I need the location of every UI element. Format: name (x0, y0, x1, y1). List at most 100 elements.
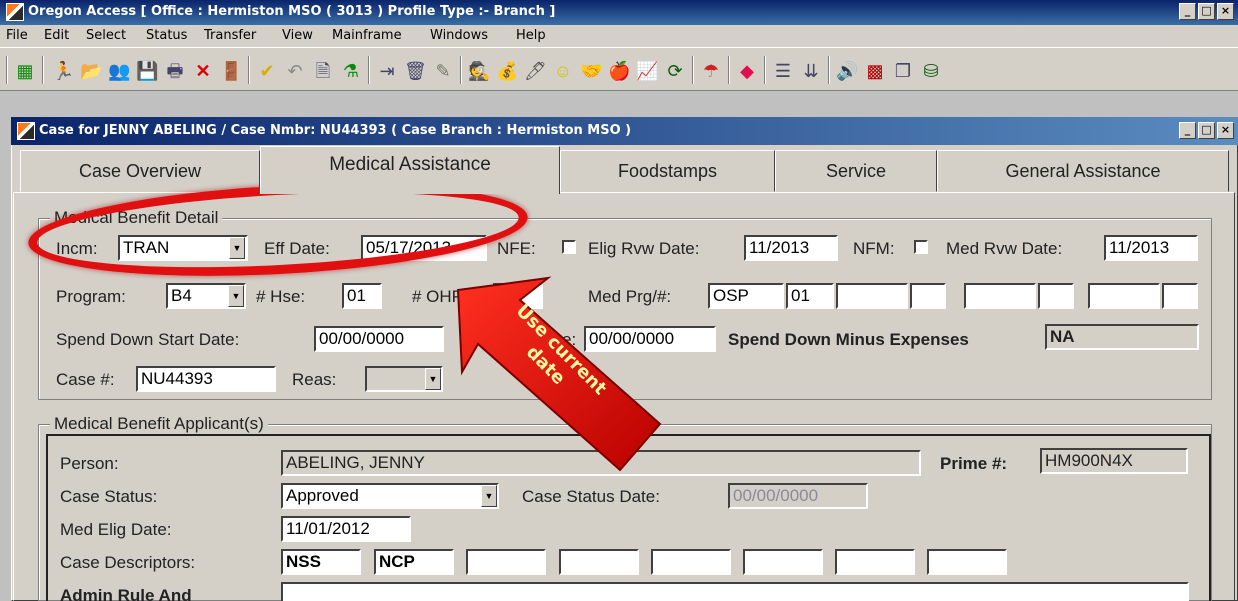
tab-general-assistance[interactable]: General Assistance (937, 150, 1229, 192)
case-status-date-field: 00/00/0000 (728, 483, 868, 509)
descriptor-field-3[interactable] (466, 549, 546, 575)
tab-service[interactable]: Service (775, 150, 937, 192)
edit-pen-icon[interactable]: 🖊 (524, 60, 547, 82)
nfe-checkbox[interactable] (562, 240, 576, 254)
case-status-label: Case Status: (60, 487, 158, 506)
descriptor-field-1[interactable]: NSS (281, 549, 361, 575)
tab-foodstamps[interactable]: Foodstamps (560, 150, 775, 192)
pencil-icon[interactable]: ✎ (432, 60, 454, 82)
menu-select[interactable]: Select (86, 28, 126, 43)
refresh-icon[interactable]: ⟳ (664, 60, 686, 82)
med-rvw-date-label: Med Rvw Date: (946, 239, 1063, 258)
descriptor-field-6[interactable] (743, 549, 823, 575)
nfm-label: NFM: (853, 239, 895, 258)
undo-icon[interactable]: ↶ (284, 60, 306, 82)
program-dropdown-arrow-icon[interactable]: ▼ (228, 285, 244, 307)
toolbar: ▦ 🏃 📂 👥 💾 🖶 ✕ 🚪 ✔ ↶ 🗎 ⚗ ⇥ 🗑 ✎ 🕵 💰 🖊 ☺ 🤝 … (0, 47, 1238, 91)
menu-mainframe[interactable]: Mainframe (332, 28, 402, 43)
prime-number-label: Prime #: (940, 454, 1008, 473)
maximize-button[interactable]: □ (1198, 3, 1215, 20)
menu-bar: File Edit Select Status Transfer View Ma… (0, 25, 1238, 47)
case-close-button[interactable]: × (1217, 122, 1234, 139)
trash-icon[interactable]: 🗑 (404, 60, 427, 82)
descriptor-field-4[interactable] (559, 549, 639, 575)
arrow-left-icon[interactable]: ◆ (736, 60, 758, 82)
minimize-button[interactable]: _ (1179, 3, 1196, 20)
speaker-icon[interactable]: 🔊 (836, 60, 858, 82)
print-icon[interactable]: 🖶 (164, 60, 186, 82)
case-window-icon (17, 122, 35, 140)
spend-down-minus-label: Spend Down Minus Expenses (728, 330, 969, 349)
money-bag-icon[interactable]: 💰 (496, 60, 518, 82)
case-maximize-button[interactable]: □ (1198, 122, 1215, 139)
menu-view[interactable]: View (282, 28, 313, 43)
spend-down-end-field[interactable]: 00/00/0000 (584, 326, 716, 352)
smiley-icon[interactable]: ☺ (552, 60, 574, 82)
export-icon[interactable]: ⇥ (376, 60, 398, 82)
med-prg-field-1[interactable]: OSP (708, 283, 784, 309)
med-prg-num-1[interactable]: 01 (786, 283, 834, 309)
tab-medical-assistance[interactable]: Medical Assistance (260, 146, 560, 194)
reas-label: Reas: (292, 370, 337, 389)
run-icon[interactable]: 🏃 (52, 60, 74, 82)
case-minimize-button[interactable]: _ (1179, 122, 1196, 139)
app-title: Oregon Access [ Office : Hermiston MSO (… (28, 4, 556, 19)
descriptor-field-5[interactable] (651, 549, 731, 575)
check-icon[interactable]: ✔ (256, 60, 278, 82)
menu-transfer[interactable]: Transfer (204, 28, 256, 43)
med-prg-field-2[interactable] (836, 283, 908, 309)
spend-down-start-field[interactable]: 00/00/0000 (314, 326, 444, 352)
med-prg-num-3[interactable] (1038, 283, 1074, 309)
window-icon[interactable]: ❐ (892, 60, 914, 82)
tab-case-overview[interactable]: Case Overview (20, 150, 260, 192)
delete-icon[interactable]: ✕ (192, 60, 214, 82)
admin-rule-field[interactable] (281, 582, 1189, 601)
nfm-checkbox[interactable] (914, 240, 928, 254)
ohp-label: # OHP: (412, 287, 468, 306)
reas-dropdown-arrow-icon[interactable]: ▼ (425, 368, 441, 390)
users-icon[interactable]: 👥 (108, 60, 130, 82)
flask-icon[interactable]: ⚗ (340, 60, 362, 82)
case-status-select[interactable]: Approved (281, 483, 499, 509)
descriptor-field-2[interactable]: NCP (374, 549, 454, 575)
elig-rvw-date-field[interactable]: 11/2013 (744, 235, 838, 261)
elig-rvw-date-label: Elig Rvw Date: (588, 239, 700, 258)
med-prg-field-4[interactable] (1088, 283, 1160, 309)
exit-door-icon[interactable]: 🚪 (220, 60, 242, 82)
case-status-date-label: Case Status Date: (522, 487, 660, 506)
med-rvw-date-field[interactable]: 11/2013 (1104, 235, 1198, 261)
person-search-icon[interactable]: 🕵 (468, 60, 490, 82)
chart-icon[interactable]: 📈 (636, 60, 658, 82)
menu-edit[interactable]: Edit (44, 28, 69, 43)
menu-file[interactable]: File (6, 28, 28, 43)
descriptor-field-7[interactable] (835, 549, 915, 575)
save-icon[interactable]: 💾 (136, 60, 158, 82)
menu-windows[interactable]: Windows (430, 28, 488, 43)
sort-icon[interactable]: ⇊ (800, 60, 822, 82)
descriptor-field-8[interactable] (927, 549, 1007, 575)
prime-number-field: HM900N4X (1040, 448, 1188, 474)
case-status-dropdown-arrow-icon[interactable]: ▼ (481, 485, 497, 507)
database-icon[interactable]: ⛁ (920, 60, 942, 82)
close-button[interactable]: × (1217, 3, 1234, 20)
handshake-icon[interactable]: 🤝 (580, 60, 602, 82)
hse-field[interactable]: 01 (342, 283, 382, 309)
calculator-icon[interactable]: ▦ (14, 60, 36, 82)
list-icon[interactable]: ☰ (772, 60, 794, 82)
open-folder-icon[interactable]: 📂 (80, 60, 102, 82)
menu-status[interactable]: Status (146, 28, 187, 43)
med-elig-date-label: Med Elig Date: (60, 520, 172, 539)
menu-help[interactable]: Help (516, 28, 546, 43)
document-icon[interactable]: 🗎 (312, 60, 334, 82)
med-prg-field-3[interactable] (964, 283, 1036, 309)
med-prg-num-4[interactable] (1162, 283, 1198, 309)
case-number-label: Case #: (56, 370, 115, 389)
case-number-field[interactable]: NU44393 (136, 366, 276, 392)
case-window-title-bar: Case for JENNY ABELING / Case Nmbr: NU44… (11, 117, 1238, 145)
med-elig-date-field[interactable]: 11/01/2012 (281, 516, 411, 542)
grid-icon[interactable]: ▩ (864, 60, 886, 82)
umbrella-icon[interactable]: ☂ (700, 60, 722, 82)
med-prg-num-2[interactable] (910, 283, 946, 309)
person-label: Person: (60, 454, 119, 473)
apple-icon[interactable]: 🍎 (608, 60, 630, 82)
